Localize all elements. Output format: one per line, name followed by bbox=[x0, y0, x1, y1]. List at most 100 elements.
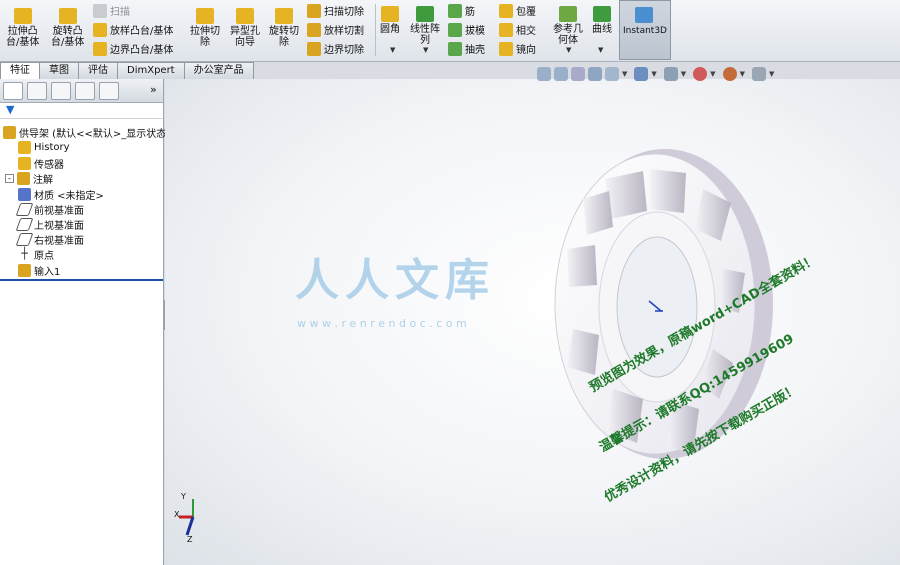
chevron-down-icon[interactable]: ▼ bbox=[651, 70, 656, 78]
pattern-dropdown-arrow[interactable]: ▼ bbox=[423, 46, 428, 54]
watermark-brand: 人人文库 bbox=[295, 255, 495, 306]
instant3d-icon bbox=[634, 7, 653, 23]
instant3d-button[interactable]: Instant3D bbox=[619, 0, 671, 60]
shell-button[interactable]: 抽壳 bbox=[448, 41, 485, 56]
wrap-button[interactable]: 包覆 bbox=[499, 3, 536, 18]
reference-geometry-button[interactable]: 参考几 何体 bbox=[553, 6, 583, 46]
zoom-to-fit-icon[interactable] bbox=[537, 67, 551, 81]
part-icon bbox=[3, 126, 16, 139]
linear-pattern-button[interactable]: 线性阵 列 bbox=[410, 6, 440, 46]
tree-item-origin[interactable]: ┼ 原点 bbox=[18, 247, 54, 263]
hole-wizard-icon bbox=[236, 8, 254, 24]
sweep-button[interactable]: 扫描 bbox=[93, 3, 130, 18]
shell-icon bbox=[448, 41, 462, 56]
revolve-cut-button[interactable]: 旋转切 除 bbox=[269, 8, 299, 48]
ref-geometry-dropdown-arrow[interactable]: ▼ bbox=[566, 46, 571, 54]
chevron-down-icon[interactable]: ▼ bbox=[681, 70, 686, 78]
rollback-bar[interactable] bbox=[0, 279, 163, 281]
tree-item-top-plane[interactable]: 上视基准面 bbox=[15, 217, 84, 232]
chevron-down-icon[interactable]: ▼ bbox=[710, 70, 715, 78]
chevron-down-icon[interactable]: ▼ bbox=[622, 70, 627, 78]
tree-item-imported1[interactable]: 输入1 bbox=[18, 263, 60, 278]
display-style-icon[interactable] bbox=[634, 67, 649, 81]
imported-body-icon bbox=[18, 264, 31, 277]
fillet-icon bbox=[381, 6, 399, 22]
tab-dimxpert[interactable]: DimXpert bbox=[117, 62, 185, 79]
draft-button[interactable]: 拔模 bbox=[448, 22, 485, 37]
ribbon-separator bbox=[375, 4, 376, 56]
previous-view-icon[interactable] bbox=[571, 67, 585, 81]
tree-root-part[interactable]: 供导架 (默认<<默认>_显示状态 bbox=[3, 125, 166, 140]
extrude-cut-icon bbox=[196, 8, 214, 24]
tab-features[interactable]: 特征 bbox=[0, 62, 40, 80]
tab-sketch[interactable]: 草图 bbox=[39, 62, 79, 79]
tab-evaluate[interactable]: 评估 bbox=[78, 62, 118, 79]
tab-office-products[interactable]: 办公室产品 bbox=[183, 62, 254, 79]
reference-geometry-label: 参考几 何体 bbox=[553, 24, 583, 46]
fillet-label: 圆角 bbox=[380, 24, 400, 35]
displaymanager-tab[interactable] bbox=[99, 82, 119, 100]
tree-item-history[interactable]: History bbox=[18, 141, 70, 154]
extrude-boss-button[interactable]: 拉伸凸 台/基体 bbox=[6, 8, 39, 48]
wrap-label: 包覆 bbox=[516, 7, 536, 18]
triad-z-label: Z bbox=[187, 535, 193, 544]
boundary-boss-label: 边界凸台/基体 bbox=[110, 45, 174, 56]
tree-item-annotations[interactable]: - 注解 bbox=[5, 171, 53, 186]
triad-y-label: Y bbox=[181, 492, 186, 501]
triad-z-axis bbox=[185, 516, 195, 536]
heads-up-view-toolbar: ▼ ▼ ▼ ▼ ▼ ▼ bbox=[537, 65, 778, 83]
tree-item-sensors[interactable]: 传感器 bbox=[18, 156, 64, 171]
tree-item-right-plane[interactable]: 右视基准面 bbox=[15, 232, 84, 247]
extrude-boss-icon bbox=[13, 8, 32, 24]
mirror-icon bbox=[499, 41, 513, 56]
intersect-button[interactable]: 相交 bbox=[499, 22, 536, 37]
graphics-area[interactable]: Y X Z 人人文库 w w w . r e n r e n d o c . c… bbox=[165, 79, 900, 565]
view-orientation-icon[interactable] bbox=[605, 67, 619, 81]
reference-geometry-icon bbox=[559, 6, 577, 22]
chevron-down-icon[interactable]: ▼ bbox=[740, 70, 745, 78]
fillet-button[interactable]: 圆角 bbox=[380, 6, 400, 35]
boundary-cut-button[interactable]: 边界切除 bbox=[307, 41, 364, 56]
sweep-label: 扫描 bbox=[110, 7, 130, 18]
panel-tab-strip: » bbox=[0, 79, 163, 103]
rib-icon bbox=[448, 3, 462, 18]
apply-scene-icon[interactable] bbox=[722, 67, 737, 81]
mirror-button[interactable]: 镜向 bbox=[499, 41, 536, 56]
extrude-cut-button[interactable]: 拉伸切 除 bbox=[190, 8, 220, 48]
tree-item-front-plane[interactable]: 前视基准面 bbox=[15, 202, 84, 217]
chevron-down-icon[interactable]: ▼ bbox=[769, 70, 774, 78]
rib-button[interactable]: 筋 bbox=[448, 3, 475, 18]
hide-show-items-icon[interactable] bbox=[663, 67, 678, 81]
instant3d-label: Instant3D bbox=[623, 26, 667, 36]
expand-panel-icon[interactable]: » bbox=[150, 83, 157, 96]
lofted-cut-button[interactable]: 放样切割 bbox=[307, 22, 364, 37]
revolve-boss-label: 旋转凸 台/基体 bbox=[51, 26, 85, 48]
tree-filter[interactable]: ▼ bbox=[0, 103, 163, 119]
mirror-label: 镜向 bbox=[516, 45, 536, 56]
tree-item-material[interactable]: 材质 <未指定> bbox=[18, 187, 104, 202]
revolve-cut-icon bbox=[275, 8, 293, 24]
propertymanager-tab[interactable] bbox=[27, 82, 47, 100]
fillet-dropdown-arrow[interactable]: ▼ bbox=[390, 46, 395, 54]
swept-cut-icon bbox=[307, 3, 321, 18]
loft-boss-label: 放样凸台/基体 bbox=[110, 26, 174, 37]
extrude-boss-label: 拉伸凸 台/基体 bbox=[6, 26, 40, 48]
featuremanager-tab[interactable] bbox=[3, 82, 23, 100]
configurationmanager-tab[interactable] bbox=[51, 82, 71, 100]
boundary-boss-button[interactable]: 边界凸台/基体 bbox=[93, 41, 173, 56]
collapse-icon[interactable]: - bbox=[5, 174, 14, 183]
tree-item-label: 原点 bbox=[34, 251, 54, 262]
curves-dropdown-arrow[interactable]: ▼ bbox=[598, 46, 603, 54]
hole-wizard-button[interactable]: 异型孔 向导 bbox=[230, 8, 260, 48]
curves-button[interactable]: 曲线 bbox=[592, 6, 612, 35]
revolve-boss-button[interactable]: 旋转凸 台/基体 bbox=[51, 8, 84, 48]
view-settings-icon[interactable] bbox=[751, 67, 766, 81]
command-manager-tabs: 特征 草图 评估 DimXpert 办公室产品 bbox=[0, 62, 270, 80]
dimxpertmanager-tab[interactable] bbox=[75, 82, 95, 100]
loft-boss-button[interactable]: 放样凸台/基体 bbox=[93, 22, 173, 37]
section-view-icon[interactable] bbox=[588, 67, 602, 81]
tree-item-label: 材质 <未指定> bbox=[34, 191, 104, 202]
swept-cut-button[interactable]: 扫描切除 bbox=[307, 3, 364, 18]
zoom-to-area-icon[interactable] bbox=[554, 67, 568, 81]
edit-appearance-icon[interactable] bbox=[693, 67, 708, 81]
